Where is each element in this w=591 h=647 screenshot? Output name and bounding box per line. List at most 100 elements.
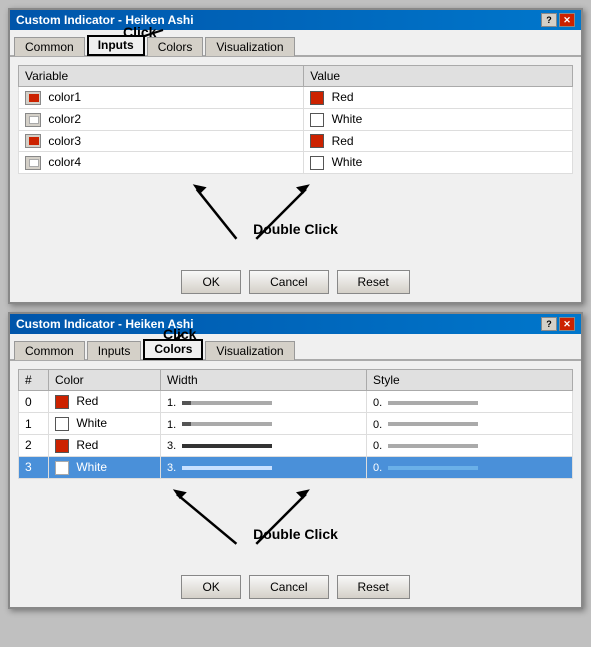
title-bar-1: Custom Indicator - Heiken Ashi ? ✕ (10, 10, 581, 30)
table-row[interactable]: color2 White (19, 108, 573, 130)
reset-button-2[interactable]: Reset (337, 575, 410, 599)
width-slider-3[interactable] (182, 466, 272, 470)
value-cell-4: White (304, 152, 573, 174)
col-variable: Variable (19, 66, 304, 87)
col-num: # (19, 370, 49, 391)
annotation-area-2: Double Click (18, 479, 573, 559)
row-width-1: 1. (161, 413, 367, 435)
row-style-0: 0. (367, 391, 573, 413)
variable-label-1: color1 (48, 90, 81, 104)
arrow-svg-1 (18, 174, 573, 254)
row-style-3: 0. (367, 456, 573, 478)
table-row[interactable]: color3 Red (19, 130, 573, 152)
value-label-4: White (332, 155, 363, 169)
value-label-3: Red (332, 134, 354, 148)
row-style-2: 0. (367, 434, 573, 456)
tab-common-2[interactable]: Common (14, 341, 85, 360)
value-label-1: Red (332, 90, 354, 104)
folder-icon-3 (25, 134, 41, 148)
row-num-2: 2 (19, 434, 49, 456)
row-color-2: Red (49, 434, 161, 456)
value-label-2: White (332, 112, 363, 126)
button-row-1: OK Cancel Reset (10, 262, 581, 302)
row-width-3: 3. (161, 456, 367, 478)
color-swatch-4 (310, 156, 324, 170)
double-click-label-1: Double Click (253, 221, 338, 237)
cancel-button-1[interactable]: Cancel (249, 270, 328, 294)
width-slider-2[interactable] (182, 444, 272, 448)
style-slider-1[interactable] (388, 422, 478, 426)
variable-cell-3: color3 (19, 130, 304, 152)
style-slider-0[interactable] (388, 401, 478, 405)
tabs-2: Common Inputs Colors Visualization (10, 334, 581, 361)
help-button-2[interactable]: ? (541, 317, 557, 331)
close-button-2[interactable]: ✕ (559, 317, 575, 331)
close-button-1[interactable]: ✕ (559, 13, 575, 27)
dialog1: Custom Indicator - Heiken Ashi ? ✕ Commo… (8, 8, 583, 304)
dialog1-content: Variable Value color1 (10, 57, 581, 262)
row-color-3: White (49, 456, 161, 478)
arrow-svg-2 (18, 479, 573, 559)
table-row-highlighted[interactable]: 3 White 3. 0. (19, 456, 573, 478)
color-swatch-2 (310, 113, 324, 127)
tab-inputs-1[interactable]: Inputs (87, 35, 145, 56)
row-color-0: Red (49, 391, 161, 413)
col-color: Color (49, 370, 161, 391)
color-swatch-d2-0 (55, 395, 69, 409)
style-slider-3[interactable] (388, 466, 478, 470)
ok-button-1[interactable]: OK (181, 270, 241, 294)
tab-common-1[interactable]: Common (14, 37, 85, 56)
row-num-1: 1 (19, 413, 49, 435)
ok-button-2[interactable]: OK (181, 575, 241, 599)
tab-visualization-1[interactable]: Visualization (205, 37, 294, 56)
row-num-0: 0 (19, 391, 49, 413)
dialog2: Custom Indicator - Heiken Ashi ? ✕ Commo… (8, 312, 583, 608)
table-row[interactable]: 0 Red 1. 0. (19, 391, 573, 413)
tab-visualization-2[interactable]: Visualization (205, 341, 294, 360)
table-row[interactable]: 1 White 1. 0. (19, 413, 573, 435)
row-style-1: 0. (367, 413, 573, 435)
col-style: Style (367, 370, 573, 391)
folder-icon-1 (25, 91, 41, 105)
col-width: Width (161, 370, 367, 391)
reset-button-1[interactable]: Reset (337, 270, 410, 294)
colors-table: # Color Width Style 0 Red 1. (18, 369, 573, 478)
col-value: Value (304, 66, 573, 87)
table-row[interactable]: 2 Red 3. 0. (19, 434, 573, 456)
variable-cell-2: color2 (19, 108, 304, 130)
tab-inputs-2[interactable]: Inputs (87, 341, 142, 360)
tab-colors-2[interactable]: Colors (143, 339, 203, 360)
tab-colors-1[interactable]: Colors (147, 37, 204, 56)
variable-label-3: color3 (48, 134, 81, 148)
dialog1-wrapper: Custom Indicator - Heiken Ashi ? ✕ Commo… (8, 8, 583, 304)
row-width-0: 1. (161, 391, 367, 413)
cancel-button-2[interactable]: Cancel (249, 575, 328, 599)
table-row[interactable]: color1 Red (19, 87, 573, 109)
table-row[interactable]: color4 White (19, 152, 573, 174)
color-swatch-3 (310, 134, 324, 148)
annotation-area-1: Double Click (18, 174, 573, 254)
width-slider-1[interactable] (182, 422, 272, 426)
folder-icon-4 (25, 156, 41, 170)
row-num-3: 3 (19, 456, 49, 478)
button-row-2: OK Cancel Reset (10, 567, 581, 607)
variable-cell-4: color4 (19, 152, 304, 174)
color-swatch-d2-3 (55, 461, 69, 475)
row-width-2: 3. (161, 434, 367, 456)
title-bar-buttons-2: ? ✕ (541, 317, 575, 331)
help-button-1[interactable]: ? (541, 13, 557, 27)
title-bar-2: Custom Indicator - Heiken Ashi ? ✕ (10, 314, 581, 334)
inputs-table: Variable Value color1 (18, 65, 573, 174)
width-slider-0[interactable] (182, 401, 272, 405)
value-cell-1: Red (304, 87, 573, 109)
value-cell-2: White (304, 108, 573, 130)
color-swatch-d2-2 (55, 439, 69, 453)
style-slider-2[interactable] (388, 444, 478, 448)
row-color-1: White (49, 413, 161, 435)
color-swatch-1 (310, 91, 324, 105)
dialog2-wrapper: Custom Indicator - Heiken Ashi ? ✕ Commo… (8, 312, 583, 608)
variable-label-2: color2 (48, 112, 81, 126)
dialog2-content: # Color Width Style 0 Red 1. (10, 361, 581, 566)
title-bar-buttons-1: ? ✕ (541, 13, 575, 27)
color-swatch-d2-1 (55, 417, 69, 431)
